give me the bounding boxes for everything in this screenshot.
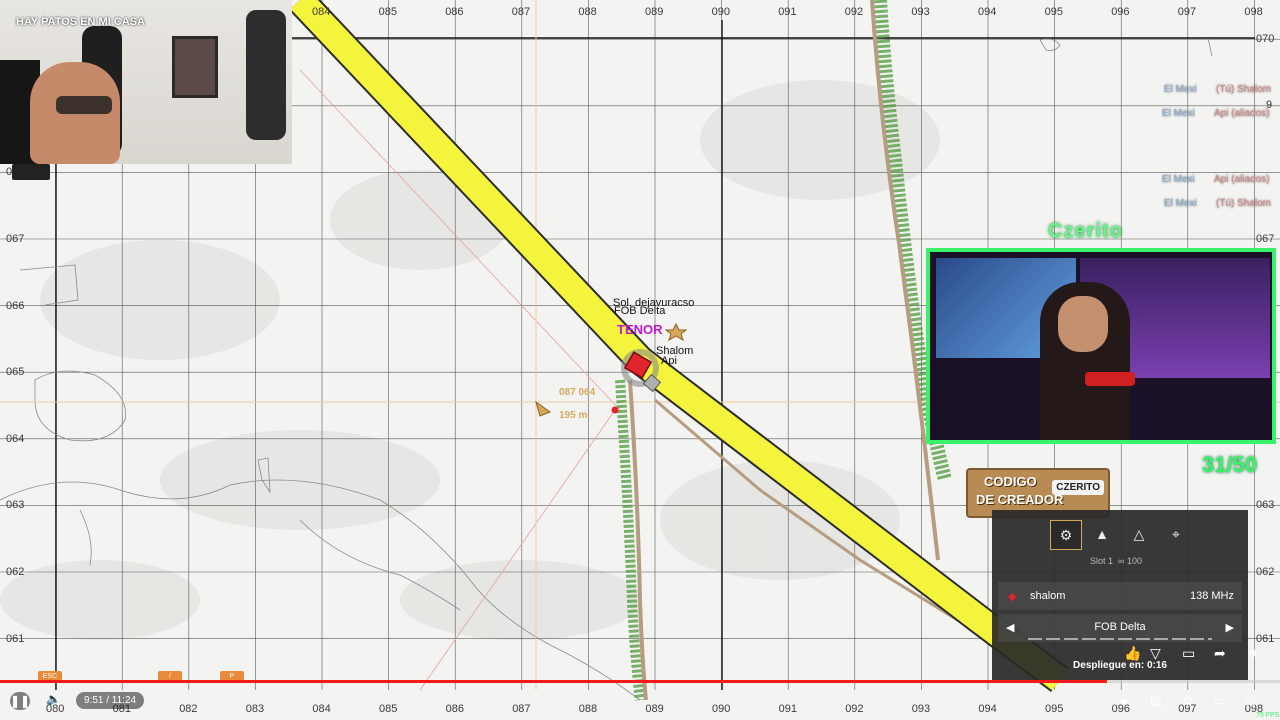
pause-icon[interactable]: ❚❚ bbox=[10, 692, 30, 710]
squad-role: (Tú) Shalom bbox=[1216, 84, 1272, 95]
cursor-coords: 087 064 bbox=[559, 387, 596, 398]
crosshair-tool-button[interactable]: ⌖ bbox=[1161, 520, 1191, 548]
creator-code-line2: DE CREADOR bbox=[976, 492, 1064, 507]
webcam-right bbox=[926, 248, 1276, 444]
squad-role: (Tú) Shalom bbox=[1216, 198, 1272, 209]
spawn-selector[interactable]: ◀ FOB Delta ▶ bbox=[998, 614, 1242, 642]
grid-x-label-bottom: 090 bbox=[712, 703, 731, 715]
grid-y-label-right: 063 bbox=[1256, 499, 1275, 512]
grid-x-label-top: 097 bbox=[1177, 6, 1197, 18]
grid-x-label-bottom: 082 bbox=[179, 703, 198, 715]
grid-y-label-left: 066 bbox=[6, 299, 25, 312]
grid-x-label-top: 096 bbox=[1111, 6, 1130, 18]
sub-goal-counter: 31/50 bbox=[1202, 452, 1258, 477]
slot-label: Slot 1 ∞ 100 bbox=[1090, 556, 1142, 566]
grid-x-label-top: 088 bbox=[578, 6, 597, 18]
grid-x-label-top: 085 bbox=[378, 6, 397, 18]
streamer-name: Czerito bbox=[1048, 220, 1123, 242]
squad-name: El Mexi bbox=[1162, 174, 1195, 185]
rally-tool-button[interactable]: △ bbox=[1124, 520, 1154, 548]
keybind-hint bbox=[12, 164, 50, 180]
grid-x-label-top: 089 bbox=[645, 6, 664, 18]
grid-y-label-right: 067 bbox=[1256, 233, 1275, 245]
spawn-pager bbox=[1028, 638, 1212, 640]
fps-counter: 75 FPS bbox=[1256, 712, 1280, 719]
grid-y-label-left: 061 bbox=[6, 632, 25, 645]
grid-x-label-top: 095 bbox=[1044, 6, 1063, 18]
radio-frequency: 138 MHz bbox=[1189, 590, 1234, 602]
creator-code-logo: CZERITO bbox=[1052, 480, 1104, 495]
fullscreen-icon[interactable]: ⛶ bbox=[1246, 694, 1254, 709]
player-marker-icon: ◆ bbox=[1008, 591, 1017, 603]
grid-x-label-top: 094 bbox=[978, 6, 997, 18]
fob-delta-label[interactable]: FOB Delta bbox=[614, 305, 665, 317]
settings-icon[interactable]: ⚙ bbox=[1182, 694, 1193, 708]
grid-x-label-bottom: 084 bbox=[312, 703, 331, 715]
marker-tool-button[interactable]: ▲ bbox=[1087, 520, 1117, 548]
tenor-label: TENOR bbox=[617, 322, 663, 337]
grid-y-label-right: 070 bbox=[1256, 33, 1275, 45]
grid-x-label-bottom: 091 bbox=[778, 703, 797, 715]
share-icon[interactable]: ➦ bbox=[1214, 645, 1226, 662]
grid-x-label-top: 090 bbox=[711, 6, 730, 18]
grid-y-label-left: 063 bbox=[6, 499, 25, 512]
settings-tool-button[interactable]: ⚙ bbox=[1050, 520, 1082, 550]
squad-name: El Mexi bbox=[1162, 108, 1195, 119]
grid-x-label-top: 086 bbox=[445, 6, 464, 18]
grid-y-label-left: 064 bbox=[6, 432, 25, 445]
grid-y-label-left: 065 bbox=[6, 366, 25, 379]
autoplay-toggle-icon[interactable]: ● bbox=[1120, 694, 1127, 708]
spawn-name: FOB Delta bbox=[1094, 621, 1146, 633]
creator-code-line1: CODIGO bbox=[984, 474, 1037, 489]
grid-x-label-bottom: 083 bbox=[245, 703, 265, 715]
deploy-countdown: Despliegue en: 0:16 bbox=[1073, 660, 1167, 671]
volume-icon[interactable]: 🔈 bbox=[46, 692, 61, 706]
grid-x-label-top: 092 bbox=[844, 6, 864, 18]
like-icon[interactable]: 👍 bbox=[1124, 645, 1141, 662]
grid-x-label-top: 098 bbox=[1244, 6, 1263, 18]
grid-y-label-right: 062 bbox=[1256, 566, 1275, 578]
api-label: Api bbox=[661, 355, 677, 367]
grid-x-label-bottom: 094 bbox=[978, 703, 997, 715]
grid-x-label-bottom: 093 bbox=[911, 703, 931, 715]
grid-y-label-right: 061 bbox=[1256, 632, 1275, 645]
grid-x-label-top: 093 bbox=[911, 6, 930, 18]
comment-icon[interactable]: ▭ bbox=[1182, 645, 1195, 662]
squad-name: El Mexi bbox=[1164, 84, 1197, 95]
cursor-distance: 195 m bbox=[559, 410, 588, 421]
squad-name: El Mexi bbox=[1164, 198, 1197, 209]
subtitles-icon[interactable]: ▤ bbox=[1150, 694, 1161, 708]
player-name: shalom bbox=[1030, 590, 1066, 602]
grid-y-label-left: 067 bbox=[6, 233, 25, 245]
grid-x-label-top: 091 bbox=[778, 6, 797, 18]
grid-x-label-top: 087 bbox=[511, 6, 531, 18]
dislike-icon[interactable]: ▽ bbox=[1150, 645, 1161, 662]
grid-x-label-bottom: 092 bbox=[845, 703, 864, 715]
grid-y-label-left: 062 bbox=[6, 566, 25, 578]
grid-x-label-bottom: 095 bbox=[1045, 703, 1064, 715]
grid-x-label-bottom: 086 bbox=[445, 703, 464, 715]
video-time: 9:51 / 11:24 bbox=[76, 692, 145, 709]
grid-x-label-bottom: 087 bbox=[512, 703, 531, 715]
progress-fill[interactable] bbox=[0, 680, 1108, 683]
squad-role: Api (aliados) bbox=[1214, 174, 1270, 185]
webcam-left: HAY PATOS EN MI CASA bbox=[0, 0, 292, 164]
webcam-left-title: HAY PATOS EN MI CASA bbox=[16, 16, 145, 28]
more-icon[interactable]: ✦ bbox=[1248, 645, 1260, 662]
deploy-panel: ⚙ ▲ △ ⌖ Slot 1 ∞ 100 ◆ shalom 138 MHz ◀ … bbox=[992, 510, 1248, 680]
player-row[interactable]: ◆ shalom 138 MHz bbox=[998, 582, 1242, 610]
cast-icon[interactable]: ▭ bbox=[1214, 694, 1225, 708]
grid-x-label-top: 084 bbox=[312, 6, 331, 18]
next-spawn-icon[interactable]: ▶ bbox=[1226, 621, 1234, 634]
grid-x-label-bottom: 088 bbox=[578, 703, 598, 715]
grid-x-label-bottom: 089 bbox=[645, 703, 664, 715]
squad-role: Api (aliados) bbox=[1214, 108, 1270, 119]
grid-x-label-bottom: 085 bbox=[379, 703, 398, 715]
